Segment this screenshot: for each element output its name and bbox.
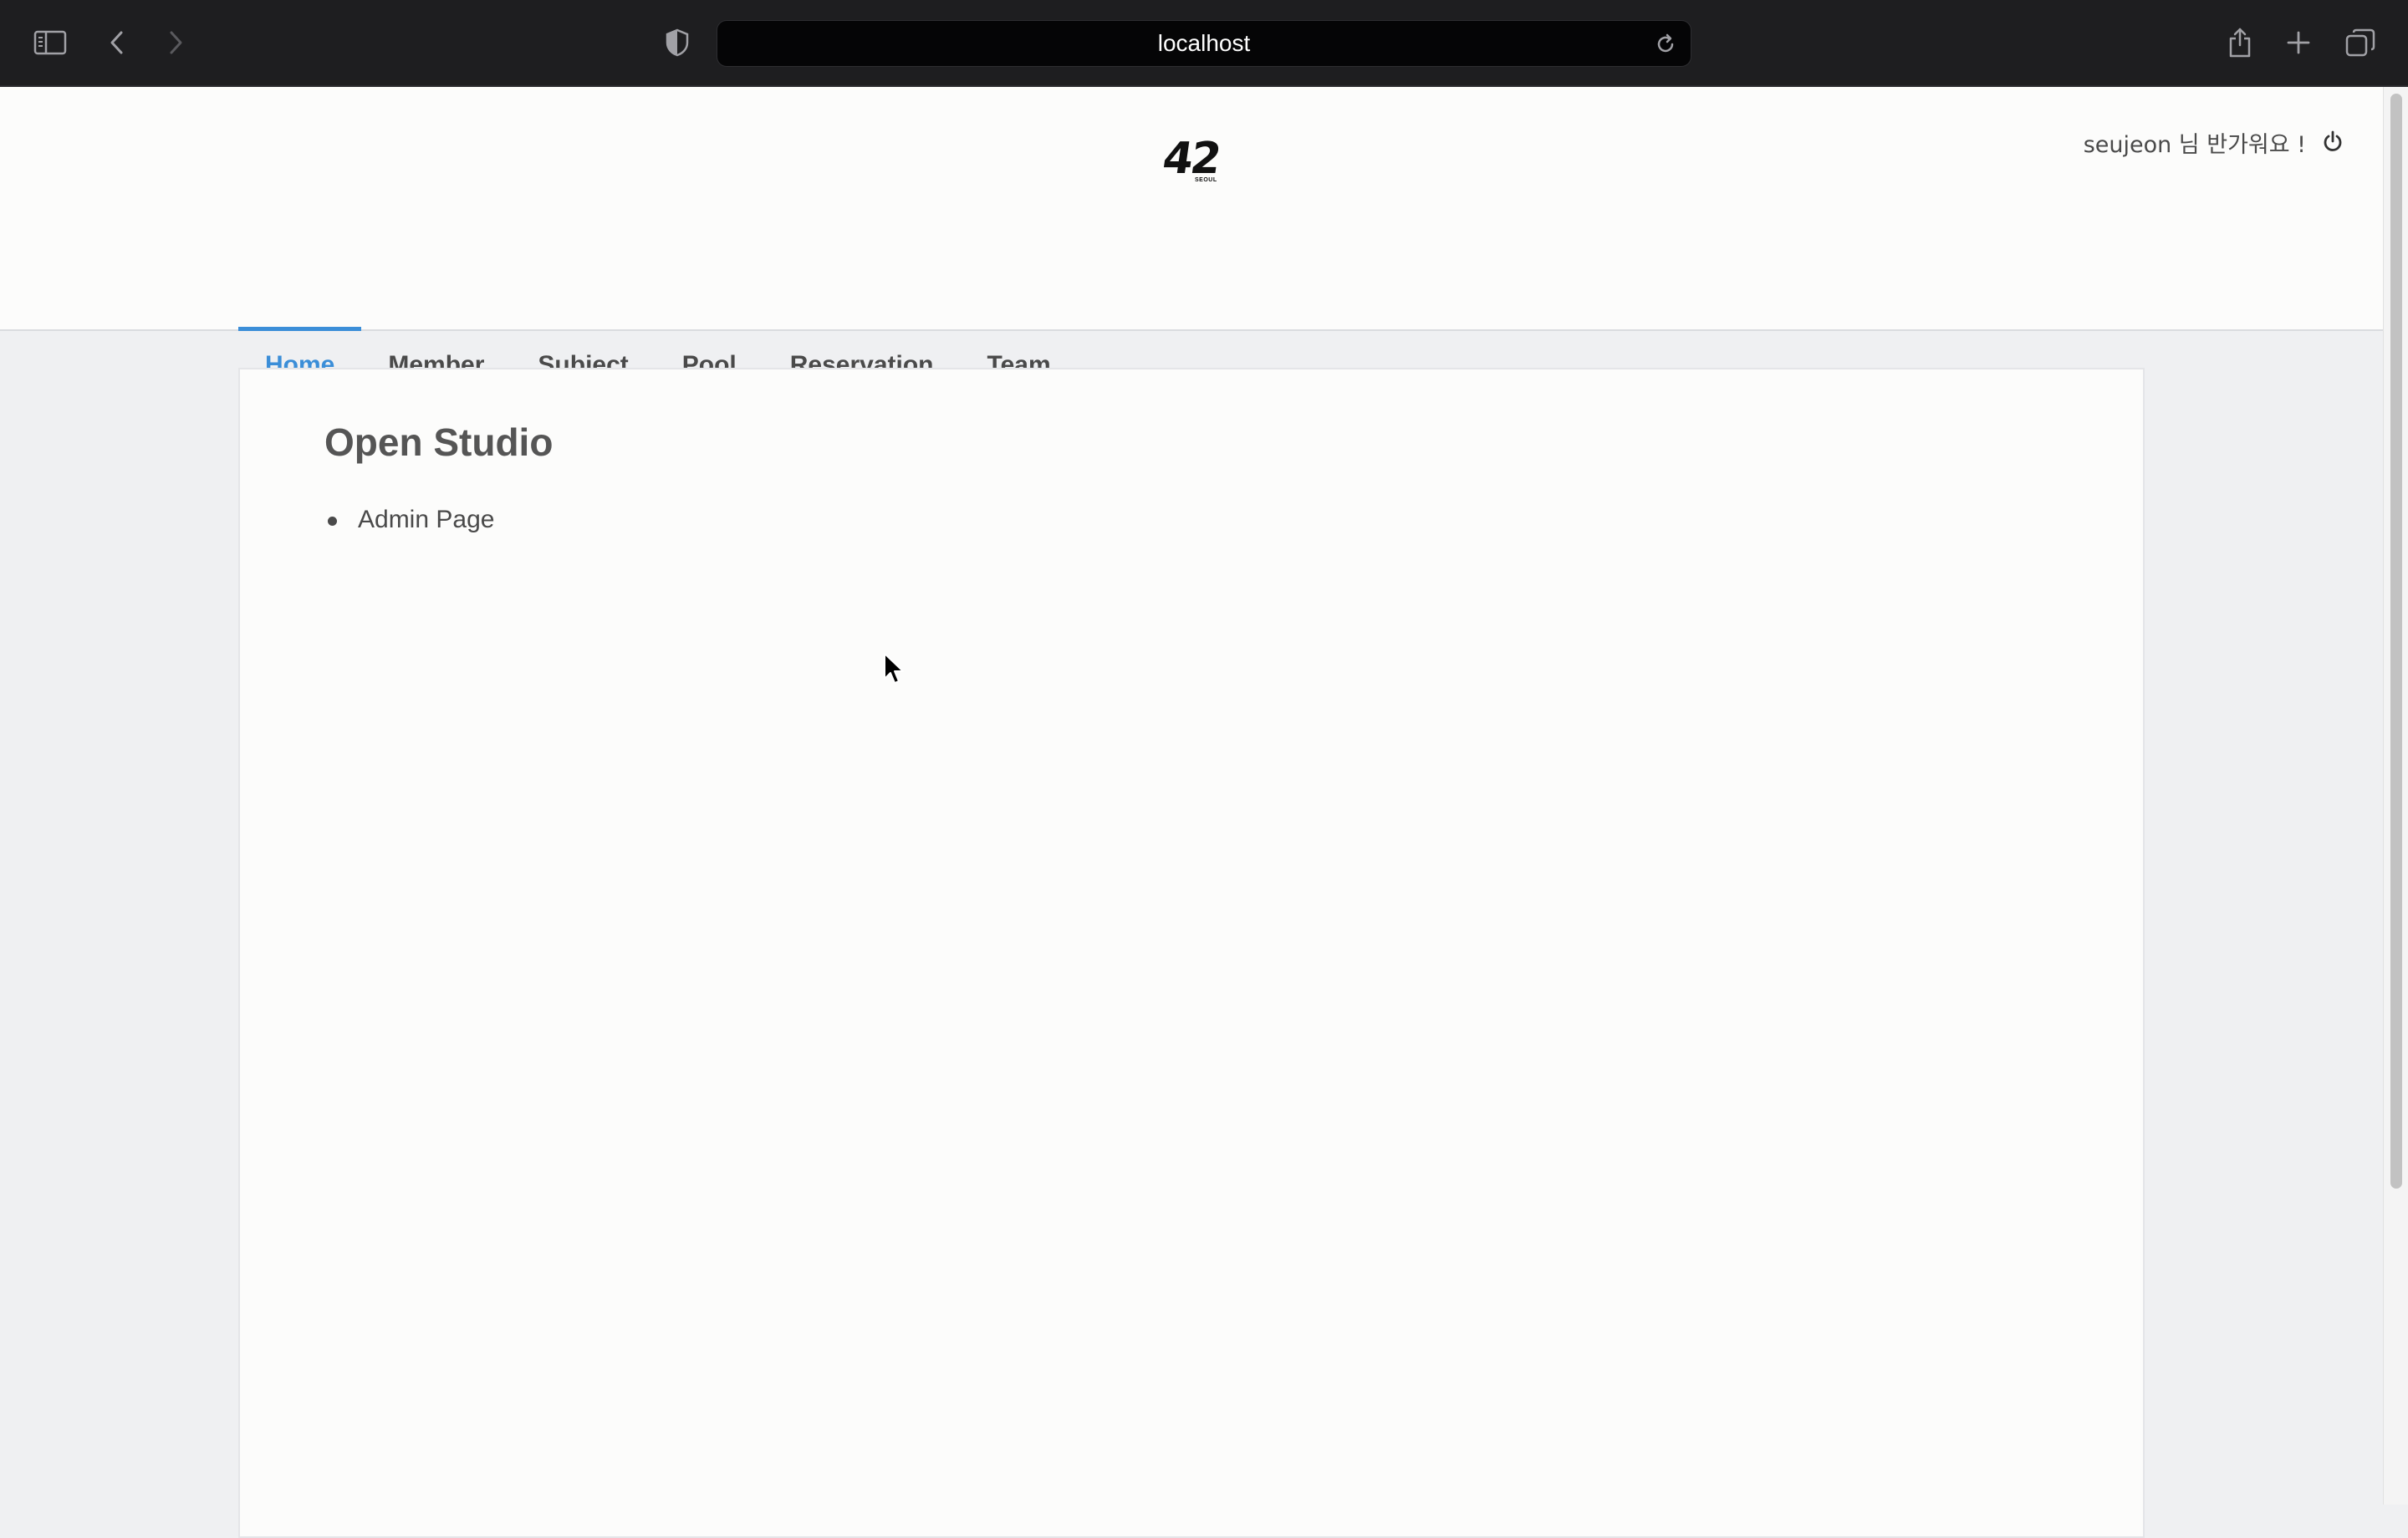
logout-power-icon[interactable] [2319, 129, 2346, 155]
site-header: 42 SEOUL seujeon 님 반가워요 ! Home Member Su… [0, 87, 2383, 379]
page-title: Open Studio [324, 420, 554, 464]
share-icon[interactable] [2215, 18, 2265, 68]
logo-mark: 42 [1159, 134, 1222, 184]
nav-member[interactable]: Member [361, 234, 511, 379]
reload-icon[interactable] [1652, 31, 1679, 58]
new-tab-icon[interactable] [2273, 18, 2324, 68]
main-nav: Home Member Subject Pool Reservation Tea… [238, 234, 1078, 379]
user-greeting: seujeon 님 반가워요 ! [2083, 131, 2306, 158]
link-list: Admin Page [324, 503, 494, 537]
page-scrollbar[interactable] [2383, 87, 2408, 1505]
shield-icon[interactable] [652, 18, 702, 68]
logo-subtext: SEOUL [1195, 177, 1217, 183]
scroll-thumb[interactable] [2390, 94, 2402, 1189]
address-bar[interactable]: localhost [717, 20, 1691, 67]
forward-icon[interactable] [150, 18, 201, 68]
nav-reservation[interactable]: Reservation [763, 234, 961, 379]
web-page: 42 SEOUL seujeon 님 반가워요 ! Home Member Su… [0, 87, 2383, 1538]
user-area: seujeon 님 반가워요 ! [2084, 125, 2346, 159]
nav-subject[interactable]: Subject [511, 234, 655, 379]
site-logo[interactable]: 42 SEOUL [1160, 134, 1222, 184]
admin-page-link[interactable]: Admin Page [324, 503, 494, 537]
url-text: localhost [1157, 30, 1251, 56]
nav-pool[interactable]: Pool [656, 234, 763, 379]
sidebar-icon[interactable] [25, 18, 75, 68]
content-card: Open Studio Admin Page [238, 368, 2145, 1538]
browser-toolbar: localhost [0, 0, 2408, 87]
tabs-overview-icon[interactable] [2335, 18, 2385, 68]
nav-team[interactable]: Team [961, 234, 1078, 379]
mouse-cursor-icon [883, 652, 908, 685]
back-icon[interactable] [92, 18, 142, 68]
nav-home[interactable]: Home [238, 234, 362, 379]
